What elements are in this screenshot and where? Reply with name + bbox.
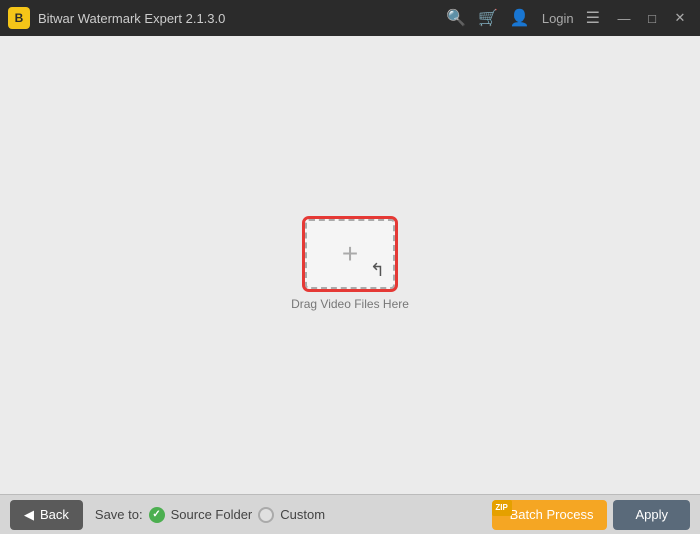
custom-radio-group[interactable]: Custom (258, 507, 325, 523)
login-button[interactable]: Login (542, 11, 574, 26)
back-button[interactable]: ◀ Back (10, 500, 83, 530)
custom-radio[interactable] (258, 507, 274, 523)
source-folder-label: Source Folder (171, 507, 253, 522)
cart-icon[interactable]: 🛒 (478, 8, 498, 28)
source-folder-radio[interactable] (149, 507, 165, 523)
drop-zone[interactable]: + ↰ (305, 219, 395, 289)
back-arrow-icon: ◀ (24, 507, 34, 523)
app-title: Bitwar Watermark Expert 2.1.3.0 (38, 11, 446, 26)
maximize-button[interactable]: □ (640, 6, 664, 30)
zip-badge: ZIP (492, 500, 512, 516)
footer-right: ZIP Batch Process Apply (492, 500, 690, 530)
title-bar: B Bitwar Watermark Expert 2.1.3.0 🔍 🛒 👤 … (0, 0, 700, 36)
source-folder-radio-group[interactable]: Source Folder (149, 507, 253, 523)
drop-zone-wrapper: + ↰ Drag Video Files Here (291, 219, 409, 311)
save-to-section: Save to: Source Folder Custom (95, 507, 325, 523)
save-to-label: Save to: (95, 507, 143, 522)
cursor-icon: ↰ (370, 260, 385, 281)
minimize-button[interactable]: — (612, 6, 636, 30)
back-label: Back (40, 507, 69, 522)
apply-button[interactable]: Apply (613, 500, 690, 530)
search-icon[interactable]: 🔍 (446, 8, 466, 28)
custom-label: Custom (280, 507, 325, 522)
close-button[interactable]: ✕ (668, 6, 692, 30)
app-logo: B (8, 7, 30, 29)
batch-process-label: Batch Process (510, 507, 594, 522)
window-controls: — □ ✕ (612, 6, 692, 30)
user-icon[interactable]: 👤 (510, 8, 530, 28)
title-bar-icons: 🔍 🛒 👤 Login ☰ (446, 8, 600, 28)
menu-icon[interactable]: ☰ (586, 8, 600, 28)
drop-zone-label: Drag Video Files Here (291, 297, 409, 311)
add-icon: + (342, 240, 358, 268)
batch-process-button[interactable]: ZIP Batch Process (492, 500, 608, 530)
main-content: + ↰ Drag Video Files Here (0, 36, 700, 494)
footer-bar: ◀ Back Save to: Source Folder Custom ZIP… (0, 494, 700, 534)
